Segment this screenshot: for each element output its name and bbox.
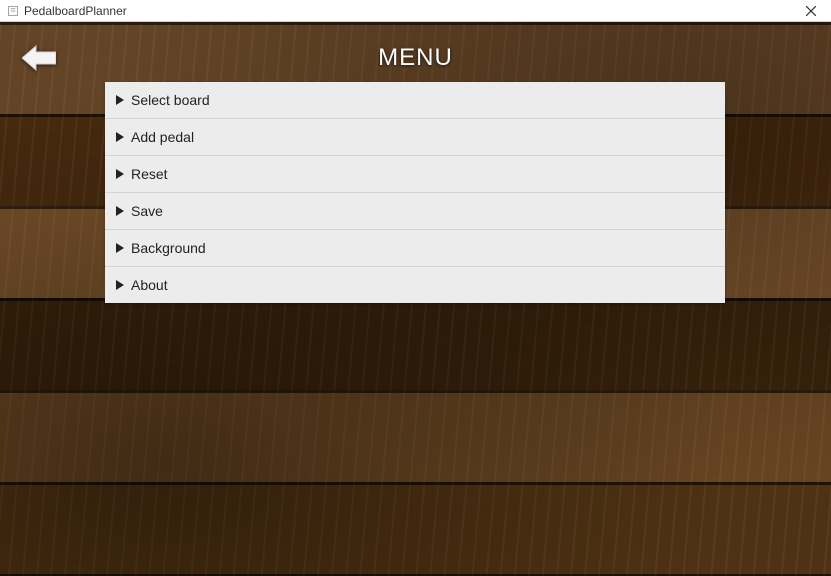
window-titlebar: PedalboardPlanner [0, 0, 831, 22]
chevron-right-icon [113, 206, 127, 216]
menu-item-about[interactable]: About [105, 267, 725, 303]
chevron-right-icon [113, 132, 127, 142]
window-close-button[interactable] [791, 0, 831, 22]
menu-item-add-pedal[interactable]: Add pedal [105, 119, 725, 156]
menu-heading: MENU [0, 44, 831, 72]
menu-item-label: Save [131, 203, 163, 219]
chevron-right-icon [113, 169, 127, 179]
app-client-area: MENU Select board Add pedal Reset Save Backg… [0, 22, 831, 576]
window-title: PedalboardPlanner [24, 4, 127, 18]
menu-item-select-board[interactable]: Select board [105, 82, 725, 119]
menu-item-label: About [131, 277, 168, 293]
menu-item-label: Select board [131, 92, 210, 108]
menu-item-label: Background [131, 240, 206, 256]
chevron-right-icon [113, 243, 127, 253]
menu-item-label: Add pedal [131, 129, 194, 145]
menu-item-save[interactable]: Save [105, 193, 725, 230]
app-icon [6, 4, 20, 18]
chevron-right-icon [113, 95, 127, 105]
menu-panel: Select board Add pedal Reset Save Background… [105, 82, 725, 303]
menu-item-label: Reset [131, 166, 168, 182]
menu-item-reset[interactable]: Reset [105, 156, 725, 193]
chevron-right-icon [113, 280, 127, 290]
menu-item-background[interactable]: Background [105, 230, 725, 267]
